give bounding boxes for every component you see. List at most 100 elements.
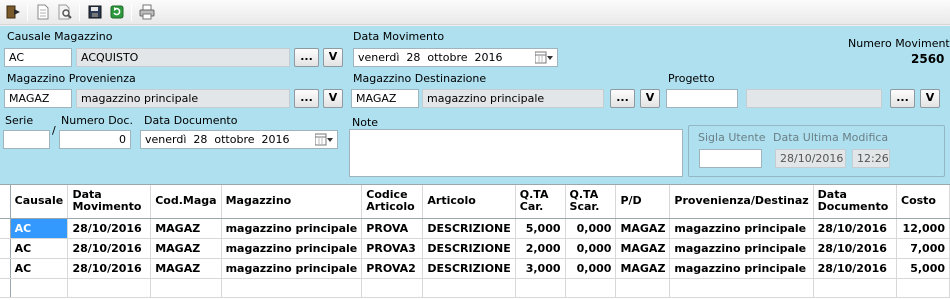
numero-movimento-label: Numero Movimento [848,37,950,50]
cell-pd[interactable]: MAGAZ [615,238,671,259]
progetto-validate-button[interactable]: V [920,89,940,108]
calendar-dropdown-icon[interactable] [314,133,333,147]
row-header[interactable] [0,238,11,259]
empty-cell[interactable] [515,278,566,298]
empty-cell[interactable] [67,278,152,298]
cell-qta-scar[interactable]: 0,000 [565,258,617,279]
calendar-dropdown-icon[interactable] [534,51,553,65]
cell-data-documento[interactable]: 28/10/2016 [813,258,898,279]
row-header[interactable] [0,258,11,279]
empty-cell[interactable] [10,278,69,298]
cell-provenienza-destinaz[interactable]: magazzino principale [669,238,814,259]
grid-header-row: Causale Data Movimento Cod.Maga Magazzin… [0,185,950,219]
column-header-qta-car[interactable]: Q.TA Car. [515,185,566,219]
destinazione-code-field[interactable]: MAGAZ [351,89,419,108]
cell-data-documento[interactable]: 28/10/2016 [813,238,898,259]
cell-costo[interactable]: 7,000 [896,238,950,259]
column-header-costo[interactable]: Costo [896,185,950,219]
cell-causale[interactable]: AC [10,238,69,259]
empty-cell[interactable] [669,278,814,298]
cell-pd[interactable]: MAGAZ [615,218,671,239]
column-header-codice-articolo[interactable]: Codice Articolo [361,185,424,219]
table-row[interactable]: AC 28/10/2016 MAGAZ magazzino principale… [0,218,950,239]
column-header-cod-maga[interactable]: Cod.Maga [150,185,222,219]
causale-code-field[interactable]: AC [4,48,72,67]
numero-doc-field[interactable]: 0 [59,130,131,149]
cell-magazzino[interactable]: magazzino principale [221,258,363,279]
toolbar-separator [131,4,132,21]
data-movimento-picker[interactable]: venerdì 28 ottobre 2016 [353,48,558,67]
table-row[interactable]: AC 28/10/2016 MAGAZ magazzino principale… [0,258,950,279]
cell-data-movimento[interactable]: 28/10/2016 [67,218,152,239]
provenienza-description-field: magazzino principale [76,89,290,108]
cell-costo[interactable]: 12,000 [896,218,950,239]
column-header-pd[interactable]: P/D [615,185,671,219]
save-icon[interactable] [86,3,104,21]
cell-cod-maga[interactable]: MAGAZ [150,218,222,239]
sigla-utente-field[interactable] [699,149,762,168]
cell-codice-articolo[interactable]: PROVA [361,218,424,239]
empty-cell[interactable] [565,278,617,298]
cell-qta-car[interactable]: 5,000 [515,218,566,239]
column-header-data-documento[interactable]: Data Documento [813,185,898,219]
data-documento-month: ottobre [214,133,255,146]
data-documento-picker[interactable]: venerdì 28 ottobre 2016 [140,130,338,149]
cell-data-movimento[interactable]: 28/10/2016 [67,238,152,259]
empty-cell[interactable] [896,278,950,298]
empty-cell[interactable] [150,278,222,298]
empty-cell[interactable] [221,278,363,298]
row-header[interactable] [0,278,11,298]
cell-codice-articolo[interactable]: PROVA2 [361,258,424,279]
column-header-data-movimento[interactable]: Data Movimento [67,185,152,219]
new-row[interactable] [0,278,950,298]
cell-qta-car[interactable]: 3,000 [515,258,566,279]
cell-codice-articolo[interactable]: PROVA3 [361,238,424,259]
progetto-code-field[interactable] [666,89,738,108]
table-row[interactable]: AC 28/10/2016 MAGAZ magazzino principale… [0,238,950,259]
column-header-causale[interactable]: Causale [10,185,69,219]
cell-articolo[interactable]: DESCRIZIONE [422,238,516,259]
cell-qta-scar[interactable]: 0,000 [565,238,617,259]
row-header[interactable] [0,218,11,239]
cell-articolo[interactable]: DESCRIZIONE [422,258,516,279]
cell-magazzino[interactable]: magazzino principale [221,238,363,259]
progetto-browse-button[interactable]: ... [890,89,915,108]
cell-causale[interactable]: AC [10,218,69,239]
provenienza-code-field[interactable]: MAGAZ [4,89,72,108]
column-header-articolo[interactable]: Articolo [422,185,516,219]
print-icon[interactable] [138,3,156,21]
search-document-icon[interactable] [56,3,74,21]
cell-magazzino[interactable]: magazzino principale [221,218,363,239]
cell-provenienza-destinaz[interactable]: magazzino principale [669,218,814,239]
cell-cod-maga[interactable]: MAGAZ [150,258,222,279]
empty-cell[interactable] [361,278,424,298]
cell-pd[interactable]: MAGAZ [615,258,671,279]
cell-costo[interactable]: 5,000 [896,258,950,279]
cell-provenienza-destinaz[interactable]: magazzino principale [669,258,814,279]
cell-cod-maga[interactable]: MAGAZ [150,238,222,259]
column-header-provenienza-destinaz[interactable]: Provenienza/Destinaz [669,185,814,219]
empty-cell[interactable] [615,278,671,298]
cell-articolo[interactable]: DESCRIZIONE [422,218,516,239]
provenienza-browse-button[interactable]: ... [294,89,319,108]
note-textarea[interactable] [349,129,683,177]
destinazione-browse-button[interactable]: ... [610,89,635,108]
cell-qta-car[interactable]: 2,000 [515,238,566,259]
new-document-icon[interactable] [34,3,52,21]
empty-cell[interactable] [813,278,898,298]
causale-validate-button[interactable]: V [323,48,343,67]
cell-qta-scar[interactable]: 0,000 [565,218,617,239]
exit-icon[interactable] [4,3,22,21]
destinazione-validate-button[interactable]: V [640,89,660,108]
column-header-qta-scar[interactable]: Q.TA Scar. [565,185,617,219]
cell-data-movimento[interactable]: 28/10/2016 [67,258,152,279]
movements-grid[interactable]: Causale Data Movimento Cod.Maga Magazzin… [0,184,950,300]
refresh-icon[interactable] [108,3,126,21]
cell-data-documento[interactable]: 28/10/2016 [813,218,898,239]
provenienza-validate-button[interactable]: V [323,89,343,108]
cell-causale[interactable]: AC [10,258,69,279]
empty-cell[interactable] [422,278,516,298]
serie-field[interactable] [3,130,50,149]
causale-browse-button[interactable]: ... [294,48,319,67]
column-header-magazzino[interactable]: Magazzino [221,185,363,219]
